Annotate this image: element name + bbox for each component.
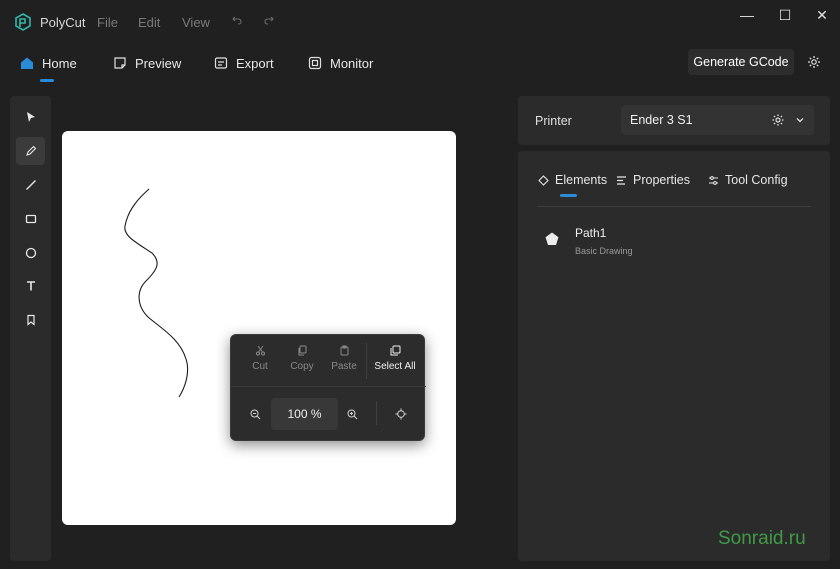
generate-gcode-button[interactable]: Generate GCode <box>688 49 794 75</box>
tab-monitor[interactable]: Monitor <box>308 44 373 82</box>
select-all-label: Select All <box>374 361 416 372</box>
popup-divider <box>376 401 377 425</box>
drawing-toolbar <box>10 96 51 561</box>
menu-file[interactable]: File <box>97 15 118 30</box>
app-title: PolyCut <box>40 15 86 30</box>
undo-icon[interactable] <box>232 15 242 25</box>
polycut-logo-icon <box>15 13 31 31</box>
tab-export[interactable]: Export <box>214 44 274 82</box>
path1-stroke[interactable] <box>62 131 456 525</box>
main-nav: Home Preview Export Monitor Generate GCo… <box>0 44 840 86</box>
zoom-out-icon <box>250 409 260 419</box>
select-tool[interactable] <box>16 103 45 131</box>
tab-preview[interactable]: Preview <box>113 44 181 82</box>
bookmark-icon <box>26 314 35 326</box>
cut-button[interactable]: Cut <box>239 345 281 379</box>
popup-divider <box>366 343 367 379</box>
printer-select[interactable]: Ender 3 S1 <box>621 105 814 135</box>
printer-settings-gear-icon[interactable] <box>771 113 785 127</box>
tab-properties[interactable]: Properties <box>616 173 690 187</box>
bookmark-tool[interactable] <box>16 306 45 334</box>
list-item[interactable]: Path1 Basic Drawing <box>537 221 811 261</box>
select-all-button[interactable]: Select All <box>371 345 419 379</box>
cut-label: Cut <box>252 361 268 372</box>
paste-icon <box>340 345 348 356</box>
fit-view-button[interactable] <box>391 405 411 423</box>
select-all-icon <box>390 345 400 356</box>
monitor-icon <box>308 56 322 70</box>
rectangle-tool[interactable] <box>16 205 45 233</box>
active-tab-indicator <box>40 79 54 82</box>
tab-label: Properties <box>633 173 690 187</box>
chevron-down-icon[interactable] <box>794 114 806 126</box>
drawing-canvas[interactable] <box>62 131 456 525</box>
menu-edit[interactable]: Edit <box>138 15 160 30</box>
line-icon <box>25 180 36 190</box>
printer-panel: Printer Ender 3 S1 <box>518 96 830 145</box>
pen-icon <box>25 145 36 156</box>
copy-icon <box>298 345 306 356</box>
printer-selected-value: Ender 3 S1 <box>630 113 693 127</box>
tab-home[interactable]: Home <box>20 44 77 82</box>
properties-icon <box>617 175 626 185</box>
tab-label: Elements <box>555 173 608 187</box>
menu-view[interactable]: View <box>182 15 210 30</box>
paste-label: Paste <box>331 361 357 372</box>
tab-elements[interactable]: Elements <box>538 173 607 187</box>
element-type: Basic Drawing <box>575 246 633 256</box>
zoom-in-button[interactable] <box>342 405 362 423</box>
canvas-context-popup: Cut Copy Paste Select All 100 % <box>230 334 426 441</box>
zoom-in-icon <box>347 409 357 419</box>
side-panel: Elements Properties Tool Config Path1 Ba… <box>518 151 830 561</box>
element-name: Path1 <box>575 226 607 240</box>
tab-label: Tool Config <box>725 173 788 187</box>
zoom-level-field[interactable]: 100 % <box>271 398 338 430</box>
tab-label: Export <box>236 55 274 71</box>
title-bar: PolyCut File Edit View — ☐ ✕ <box>0 0 840 44</box>
pen-tool[interactable] <box>16 137 45 165</box>
preview-icon <box>113 56 127 70</box>
paste-button[interactable]: Paste <box>323 345 365 379</box>
cursor-icon <box>26 112 35 122</box>
settings-gear-icon[interactable] <box>804 52 824 72</box>
copy-button[interactable]: Copy <box>281 345 323 379</box>
rectangle-icon <box>25 214 36 224</box>
text-icon <box>26 281 35 291</box>
tool-config-icon <box>709 175 718 185</box>
tab-label: Monitor <box>330 55 374 71</box>
divider <box>537 206 811 207</box>
printer-label: Printer <box>535 114 572 128</box>
tab-tool-config[interactable]: Tool Config <box>708 173 788 187</box>
text-tool[interactable] <box>16 272 45 300</box>
recenter-icon <box>395 408 407 420</box>
elements-icon <box>538 174 549 186</box>
ellipse-icon <box>25 247 36 259</box>
copy-label: Copy <box>290 361 314 372</box>
watermark: Sonraid.ru <box>718 528 806 549</box>
cut-icon <box>255 345 265 356</box>
maximize-button[interactable]: ☐ <box>770 6 800 24</box>
export-icon <box>214 56 228 70</box>
home-icon <box>20 56 34 70</box>
close-button[interactable]: ✕ <box>807 6 837 24</box>
zoom-out-button[interactable] <box>245 405 265 423</box>
popup-divider <box>231 386 426 387</box>
line-tool[interactable] <box>16 171 45 199</box>
minimize-button[interactable]: — <box>732 6 762 24</box>
redo-icon[interactable] <box>264 15 274 25</box>
tab-label: Home <box>42 55 77 71</box>
pentagon-icon <box>545 232 559 245</box>
active-tab-indicator <box>560 194 577 197</box>
ellipse-tool[interactable] <box>16 239 45 267</box>
tab-label: Preview <box>135 55 182 71</box>
